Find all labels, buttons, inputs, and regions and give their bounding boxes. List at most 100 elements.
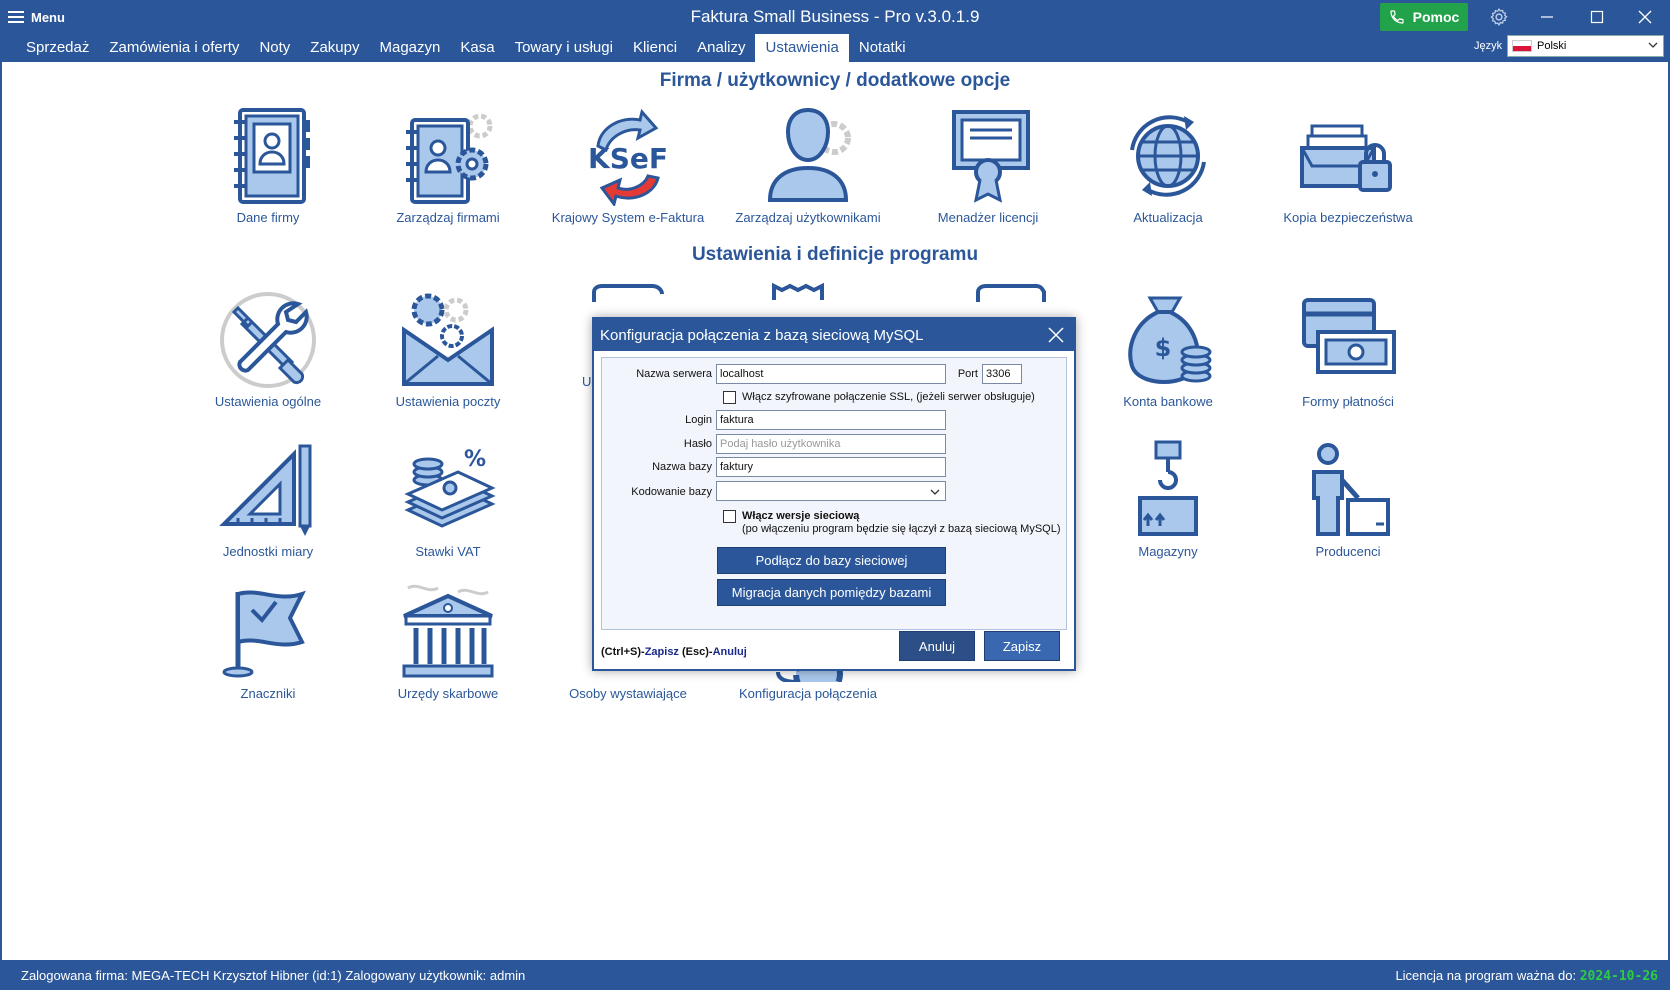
language-select[interactable]: Polski xyxy=(1507,35,1664,57)
port-input[interactable]: 3306 xyxy=(982,364,1022,384)
svg-text:%: % xyxy=(464,447,486,472)
save-button[interactable]: Zapisz xyxy=(984,631,1060,661)
tile-label: Stawki VAT xyxy=(415,544,481,559)
tile-label: Magazyny xyxy=(1138,544,1198,559)
hint-cancel-key: (Esc)- xyxy=(678,646,713,658)
help-button[interactable]: Pomoc xyxy=(1380,3,1468,31)
hidden-document-icon xyxy=(772,282,824,300)
chevron-down-icon xyxy=(1648,42,1658,48)
tile-label: Menadżer licencji xyxy=(937,210,1039,225)
certificate-icon xyxy=(952,110,1030,203)
close-icon[interactable] xyxy=(1046,325,1066,345)
close-icon xyxy=(1638,10,1652,24)
hidden-printer-icon xyxy=(976,284,1046,302)
tab-notatki[interactable]: Notatki xyxy=(849,34,916,62)
tile-zarzadzaj-firmami[interactable]: Zarządzaj firmami xyxy=(358,106,538,236)
cancel-button[interactable]: Anuluj xyxy=(899,631,975,661)
vat-money-icon: % xyxy=(404,447,496,528)
minimize-button[interactable] xyxy=(1530,4,1564,30)
logged-company-status: Zalogowana firma: MEGA-TECH Krzysztof Hi… xyxy=(21,968,526,983)
gear-icon xyxy=(1490,8,1508,27)
port-label: Port xyxy=(957,368,978,380)
tile-label: Jednostki miary xyxy=(222,544,314,559)
server-input[interactable]: localhost xyxy=(716,364,946,384)
menu-label: Menu xyxy=(31,9,65,25)
tile-kopia-bezpieczenstwa[interactable]: Kopia bezpieczeństwa xyxy=(1258,106,1438,236)
tab-klienci[interactable]: Klienci xyxy=(623,34,687,62)
license-status: Licencja na program ważna do: 2024-10-26 xyxy=(1395,968,1658,984)
user-gear-icon xyxy=(767,107,851,202)
tile-stawki-vat[interactable]: % Stawki VAT xyxy=(358,440,538,570)
tile-label: Konfiguracja połączenia xyxy=(738,686,878,701)
globe-refresh-icon xyxy=(1130,115,1206,197)
login-label: Login xyxy=(685,414,712,426)
encoding-select[interactable] xyxy=(716,481,946,501)
maximize-button[interactable] xyxy=(1580,4,1614,30)
keyboard-shortcuts-hint: (Ctrl+S)-Zapisz (Esc)-Anuluj xyxy=(601,646,747,658)
database-label: Nazwa bazy xyxy=(652,461,712,473)
flag-icon xyxy=(222,590,306,678)
tile-dane-firmy[interactable]: Dane firmy xyxy=(178,106,358,236)
tile-ustawienia-poczty[interactable]: Ustawienia poczty xyxy=(358,290,538,420)
tile-jednostki-miary[interactable]: Jednostki miary xyxy=(178,440,358,570)
tile-urzedy-skarbowe[interactable]: Urzędy skarbowe xyxy=(358,582,538,712)
tile-aktualizacja[interactable]: Aktualizacja xyxy=(1078,106,1258,236)
producer-icon xyxy=(1312,443,1390,536)
connect-network-db-button[interactable]: Podłącz do bazy sieciowej xyxy=(717,547,946,574)
tools-icon xyxy=(220,292,316,388)
settings-gear-button[interactable] xyxy=(1482,4,1516,30)
password-input[interactable]: Podaj hasło użytkownika xyxy=(716,434,946,454)
tile-znaczniki[interactable]: Znaczniki xyxy=(178,582,358,712)
tile-menadzer-licencji[interactable]: Menadżer licencji xyxy=(898,106,1078,236)
tab-noty[interactable]: Noty xyxy=(249,34,300,62)
warehouse-crane-icon xyxy=(1138,440,1198,536)
dialog-title: Konfiguracja połączenia z bazą sieciową … xyxy=(600,327,924,344)
password-label: Hasło xyxy=(683,438,712,450)
migrate-data-button[interactable]: Migracja danych pomiędzy bazami xyxy=(717,579,946,606)
maximize-icon xyxy=(1590,10,1604,24)
ssl-checkbox[interactable] xyxy=(723,391,736,404)
tile-formy-platnosci[interactable]: Formy płatności xyxy=(1258,290,1438,420)
section-company-title: Firma / użytkownicy / dodatkowe opcje xyxy=(659,70,1011,91)
svg-text:KSeF: KSeF xyxy=(588,142,668,175)
tile-producenci[interactable]: Producenci xyxy=(1258,440,1438,570)
license-date: 2024-10-26 xyxy=(1579,969,1658,984)
tile-zarzadzaj-uzytkownikami[interactable]: Zarządzaj użytkownikami xyxy=(718,106,898,236)
tile-label: Dane firmy xyxy=(236,210,300,225)
ruler-triangle-icon xyxy=(219,444,312,536)
dialog-form: Nazwa serwera localhost Port 3306 Włącz … xyxy=(601,357,1067,630)
menu-button[interactable]: Menu xyxy=(8,7,65,27)
ksef-logo-icon: KSeF xyxy=(588,108,668,206)
tile-label: Aktualizacja xyxy=(1133,210,1203,225)
tab-kasa[interactable]: Kasa xyxy=(450,34,504,62)
tile-label: Producenci xyxy=(1315,544,1381,559)
phone-icon xyxy=(1390,10,1404,24)
tile-ustawienia-ogolne[interactable]: Ustawienia ogólne xyxy=(178,290,358,420)
tile-magazyny[interactable]: Magazyny xyxy=(1078,440,1258,570)
mysql-config-dialog: Konfiguracja połączenia z bazą sieciową … xyxy=(592,317,1076,671)
tab-towary[interactable]: Towary i usługi xyxy=(505,34,623,62)
svg-text:$: $ xyxy=(1155,334,1172,362)
tab-magazyn[interactable]: Magazyn xyxy=(369,34,450,62)
database-input[interactable]: faktury xyxy=(716,457,946,477)
tab-analizy[interactable]: Analizy xyxy=(687,34,755,62)
close-button[interactable] xyxy=(1628,4,1662,30)
hint-save-key: (Ctrl+S)- xyxy=(601,646,645,658)
login-input[interactable]: faktura xyxy=(716,410,946,430)
tab-sprzedaz[interactable]: Sprzedaż xyxy=(16,34,99,62)
tile-label: Krajowy System e-Faktura xyxy=(551,210,705,225)
tab-zamowienia[interactable]: Zamówienia i oferty xyxy=(99,34,249,62)
tile-label: Ustawienia poczty xyxy=(395,394,501,409)
tab-ustawienia[interactable]: Ustawienia xyxy=(755,34,849,62)
tile-label: Znaczniki xyxy=(240,686,296,701)
tile-label: Urzędy skarbowe xyxy=(397,686,499,701)
tab-zakupy[interactable]: Zakupy xyxy=(300,34,369,62)
network-version-checkbox[interactable] xyxy=(723,510,736,523)
tile-label: Ustawienia ogólne xyxy=(214,394,322,409)
language-value: Polski xyxy=(1537,40,1567,52)
tile-konta-bankowe[interactable]: $ Konta bankowe xyxy=(1078,290,1258,420)
ssl-label: Włącz szyfrowane połączenie SSL, (jeżeli… xyxy=(742,391,1035,403)
title-bar: Menu Faktura Small Business - Pro v.3.0.… xyxy=(0,0,1670,34)
tile-ksef[interactable]: KSeF Krajowy System e-Faktura xyxy=(538,106,718,236)
hidden-scroll-icon xyxy=(592,284,664,302)
